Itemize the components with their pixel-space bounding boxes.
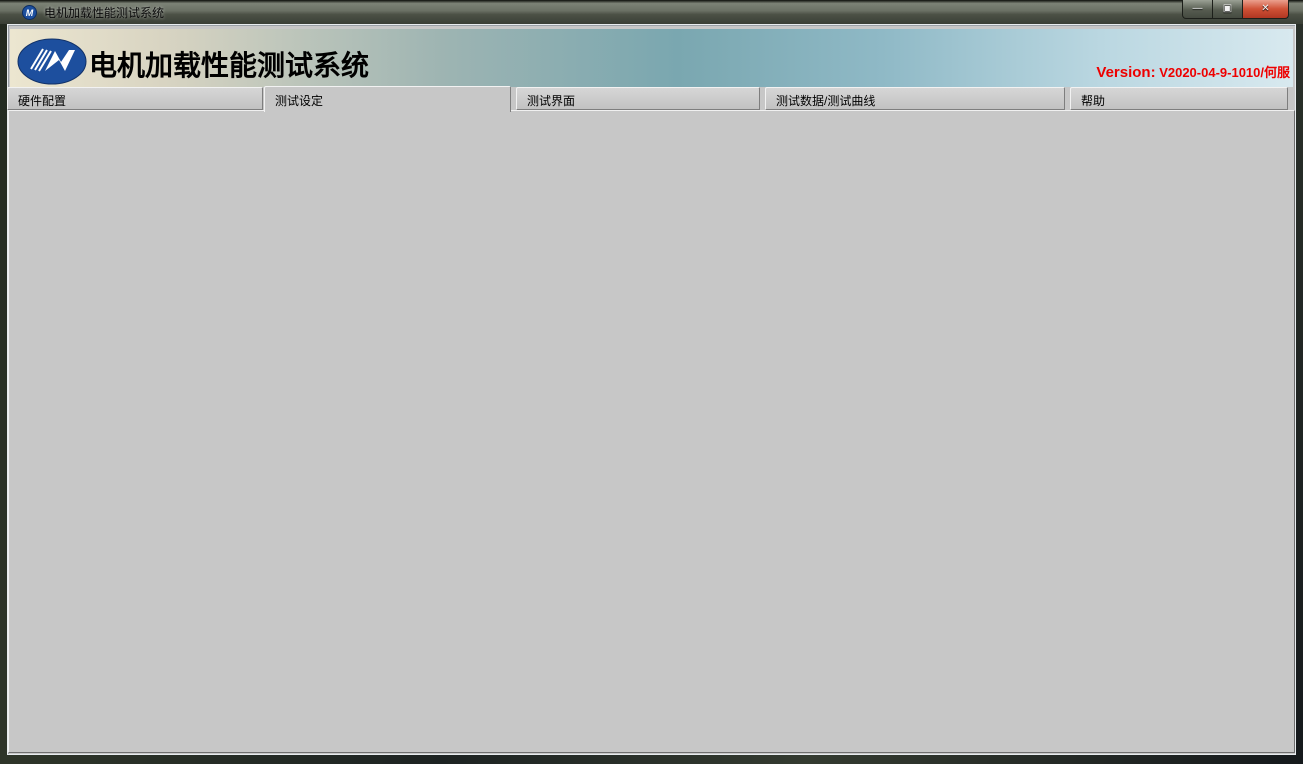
tab-test-interface[interactable]: 测试界面 [516, 87, 760, 110]
tab-test-settings[interactable]: 测试设定 [264, 86, 511, 112]
screen: M 电机加载性能测试系统 — ▣ ✕ 电机加载性能测试系统 Version: V… [0, 0, 1303, 764]
tab-help[interactable]: 帮助 [1070, 87, 1288, 110]
tab-hardware-config[interactable]: 硬件配置 [7, 87, 263, 110]
page-title: 电机加载性能测试系统 [89, 44, 369, 84]
window-title: 电机加载性能测试系统 [44, 4, 164, 21]
app-icon: M [22, 5, 37, 20]
tab-test-data-curves[interactable]: 测试数据/测试曲线 [765, 87, 1065, 110]
version-label: Version: [1096, 64, 1155, 81]
minimize-button[interactable]: — [1182, 0, 1213, 19]
window-controls: — ▣ ✕ [1182, 0, 1289, 19]
maximize-button[interactable]: ▣ [1213, 0, 1242, 19]
close-button[interactable]: ✕ [1242, 0, 1289, 19]
window-titlebar: M 电机加载性能测试系统 — ▣ ✕ [0, 0, 1303, 24]
company-logo-icon [17, 38, 87, 85]
version-text: Version: V2020-04-9-1010/何服 [930, 62, 1290, 82]
version-value: V2020-04-9-1010/何服 [1156, 65, 1290, 80]
tab-content-panel [8, 110, 1295, 753]
